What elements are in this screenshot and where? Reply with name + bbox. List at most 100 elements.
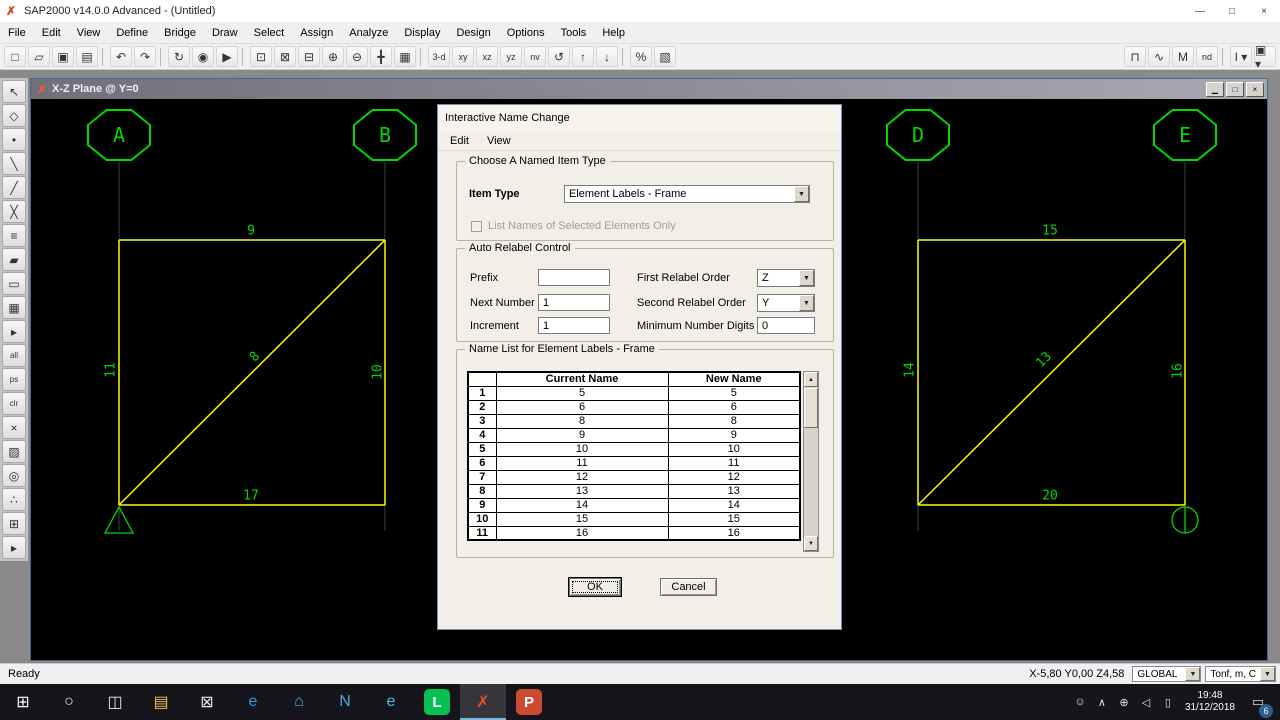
show-named-display-button[interactable]: nd: [1196, 46, 1218, 67]
xy-view-button[interactable]: xy: [452, 46, 474, 67]
menu-item[interactable]: File: [0, 24, 34, 42]
quick-draw-braces-button[interactable]: ╳: [2, 200, 26, 223]
internet-explorer-button[interactable]: e: [368, 684, 414, 720]
quick-draw-frame-button[interactable]: ╱: [2, 176, 26, 199]
default-3d-view-button[interactable]: 3-d: [428, 46, 450, 67]
redo-button[interactable]: ↷: [134, 46, 156, 67]
display-templates-dropdown[interactable]: ▣ ▾: [1254, 43, 1276, 71]
new-name-cell[interactable]: 12: [667, 469, 801, 485]
assign-frame-sections-dropdown[interactable]: I ▾: [1230, 46, 1252, 67]
previous-zoom-button[interactable]: ⊟: [298, 46, 320, 67]
yz-view-button[interactable]: yz: [500, 46, 522, 67]
new-name-cell[interactable]: 16: [667, 525, 801, 541]
restore-full-view-button[interactable]: ⊠: [274, 46, 296, 67]
scroll-down-icon[interactable]: ▼: [804, 536, 818, 551]
scroll-up-icon[interactable]: ▲: [804, 372, 818, 387]
show-undeformed-shape-button[interactable]: ⊓: [1124, 46, 1146, 67]
draw-rectangular-area-button[interactable]: ▭: [2, 272, 26, 295]
new-name-cell[interactable]: 15: [667, 511, 801, 527]
search-button[interactable]: ○: [46, 684, 92, 720]
new-name-cell[interactable]: 5: [667, 385, 801, 401]
units-select[interactable]: Tonf, m, C ▼: [1205, 666, 1276, 682]
lock-model-button[interactable]: ◉: [192, 46, 214, 67]
new-name-cell[interactable]: 13: [667, 483, 801, 499]
mail-button[interactable]: ⊠: [184, 684, 230, 720]
maximize-button[interactable]: □: [1216, 0, 1248, 22]
file-explorer-button[interactable]: ▤: [138, 684, 184, 720]
task-view-button[interactable]: ◫: [92, 684, 138, 720]
increment-input[interactable]: 1: [538, 317, 610, 334]
close-button[interactable]: ×: [1248, 0, 1280, 22]
menu-item[interactable]: Define: [108, 24, 156, 42]
draw-frame-button[interactable]: ╲: [2, 152, 26, 175]
start-button[interactable]: ⊞: [0, 684, 46, 720]
new-name-cell[interactable]: 11: [667, 455, 801, 471]
open-file-button[interactable]: ▱: [28, 46, 50, 67]
reshape-element-button[interactable]: ◇: [2, 104, 26, 127]
poly-select-button[interactable]: ▨: [2, 440, 26, 463]
zoom-in-button[interactable]: ⊕: [322, 46, 344, 67]
child-restore-button[interactable]: □: [1226, 81, 1244, 97]
dialog-menu-item[interactable]: View: [478, 133, 520, 149]
pan-button[interactable]: ╋: [370, 46, 392, 67]
second-order-select[interactable]: Y ▼: [757, 294, 815, 312]
quick-draw-secondary-beams-button[interactable]: ≡: [2, 224, 26, 247]
intersecting-line-select-button[interactable]: ×: [2, 416, 26, 439]
item-type-select[interactable]: Element Labels - Frame ▼: [564, 185, 810, 203]
menu-item[interactable]: Draw: [204, 24, 246, 42]
menu-item[interactable]: Help: [594, 24, 633, 42]
min-digits-input[interactable]: 0: [757, 317, 815, 334]
show-grid-button[interactable]: ⊞: [2, 512, 26, 535]
select-pointer-button[interactable]: ↖: [2, 80, 26, 103]
menu-item[interactable]: Tools: [553, 24, 595, 42]
refresh-window-button[interactable]: ↻: [168, 46, 190, 67]
clear-selection-button[interactable]: clr: [2, 392, 26, 415]
powerpoint-button[interactable]: P: [506, 684, 552, 720]
coordinate-system-select[interactable]: GLOBAL ▼: [1132, 666, 1202, 682]
print-button[interactable]: ▤: [76, 46, 98, 67]
new-model-button[interactable]: □: [4, 46, 26, 67]
menu-item[interactable]: Bridge: [156, 24, 204, 42]
first-order-select[interactable]: Z ▼: [757, 269, 815, 287]
previous-selection-button[interactable]: ps: [2, 368, 26, 391]
battery-icon[interactable]: ▯: [1157, 696, 1179, 709]
next-number-input[interactable]: 1: [538, 294, 610, 311]
new-name-cell[interactable]: 6: [667, 399, 801, 415]
menu-item[interactable]: Options: [499, 24, 553, 42]
hidden-icons-chevron[interactable]: ∧: [1091, 696, 1113, 709]
line-button[interactable]: L: [414, 684, 460, 720]
new-name-cell[interactable]: 14: [667, 497, 801, 513]
child-close-button[interactable]: ×: [1246, 81, 1264, 97]
draw-special-joint-button[interactable]: •: [2, 128, 26, 151]
new-name-cell[interactable]: 10: [667, 441, 801, 457]
people-icon[interactable]: ☺: [1069, 696, 1091, 708]
minimize-button[interactable]: —: [1184, 0, 1216, 22]
action-center-button[interactable]: ▭ 6: [1241, 684, 1275, 720]
cancel-button[interactable]: Cancel: [660, 578, 717, 596]
draw-flyout-button[interactable]: ▸: [2, 320, 26, 343]
object-shrink-toggle-button[interactable]: %: [630, 46, 652, 67]
perspective-toggle-button[interactable]: ↺: [548, 46, 570, 67]
set-view-limits-button[interactable]: ▦: [394, 46, 416, 67]
xz-view-button[interactable]: xz: [476, 46, 498, 67]
select-flyout-button[interactable]: ▸: [2, 536, 26, 559]
table-scrollbar[interactable]: ▲ ▼: [803, 371, 819, 552]
edge-button[interactable]: e: [230, 684, 276, 720]
set-display-options-button[interactable]: ▧: [654, 46, 676, 67]
up-one-gridline-button[interactable]: ↑: [572, 46, 594, 67]
volume-icon[interactable]: ◁: [1135, 696, 1157, 709]
menu-item[interactable]: Design: [448, 24, 498, 42]
sap2000-button[interactable]: ✗: [460, 684, 506, 720]
save-model-button[interactable]: ▣: [52, 46, 74, 67]
child-minimize-button[interactable]: ▁: [1206, 81, 1224, 97]
menu-item[interactable]: Select: [246, 24, 293, 42]
scrollbar-thumb[interactable]: [804, 388, 818, 428]
dialog-menu-item[interactable]: Edit: [441, 133, 478, 149]
network-icon[interactable]: ⊕: [1113, 696, 1135, 709]
taskbar-clock[interactable]: 19:48 31/12/2018: [1179, 690, 1241, 714]
menu-item[interactable]: Analyze: [341, 24, 396, 42]
menu-item[interactable]: Display: [396, 24, 448, 42]
snap-to-points-button[interactable]: ◎: [2, 464, 26, 487]
new-name-cell[interactable]: 8: [667, 413, 801, 429]
new-name-cell[interactable]: 9: [667, 427, 801, 443]
